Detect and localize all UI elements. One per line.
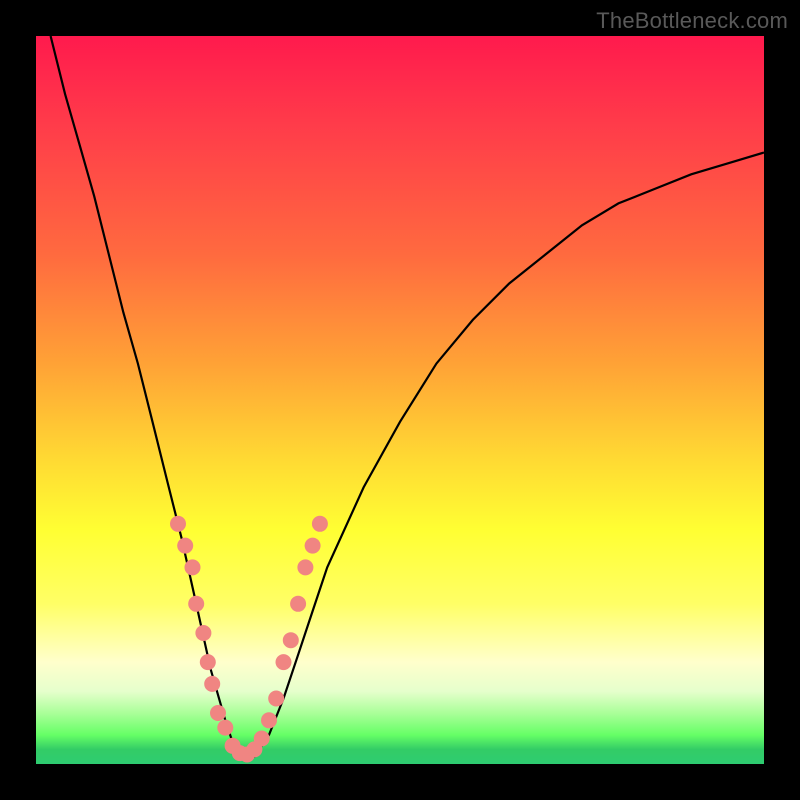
curve-marker	[185, 559, 201, 575]
curve-marker	[305, 538, 321, 554]
curve-marker	[254, 731, 270, 747]
curve-marker	[283, 632, 299, 648]
curve-marker	[204, 676, 220, 692]
curve-marker	[261, 712, 277, 728]
plot-area	[36, 36, 764, 764]
curve-marker	[297, 559, 313, 575]
curve-marker	[276, 654, 292, 670]
curve-layer	[36, 36, 764, 764]
chart-frame: TheBottleneck.com	[0, 0, 800, 800]
curve-marker	[177, 538, 193, 554]
curve-marker	[170, 516, 186, 532]
curve-marker	[217, 720, 233, 736]
bottleneck-curve	[51, 36, 764, 757]
curve-marker	[200, 654, 216, 670]
watermark-text: TheBottleneck.com	[596, 8, 788, 34]
curve-marker	[290, 596, 306, 612]
curve-marker	[210, 705, 226, 721]
curve-marker	[188, 596, 204, 612]
curve-marker	[312, 516, 328, 532]
curve-marker	[195, 625, 211, 641]
curve-marker	[268, 691, 284, 707]
